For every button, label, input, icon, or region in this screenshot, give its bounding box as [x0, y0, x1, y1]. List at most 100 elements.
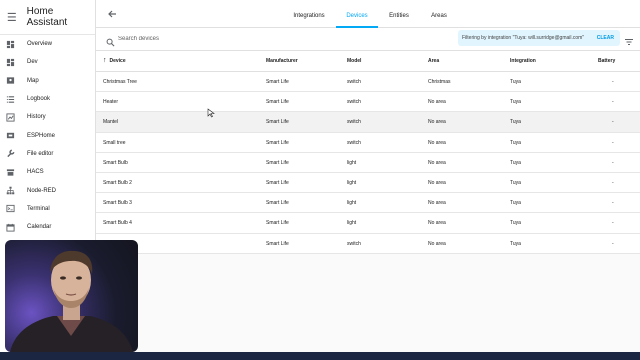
sidebar-item-logbook[interactable]: Logbook	[0, 90, 95, 108]
integration-cell: Tuya	[510, 159, 521, 166]
sitemap-icon	[6, 186, 15, 195]
tab-devices[interactable]: Devices	[336, 0, 378, 28]
table-header: ↑ Device Manufacturer Model Area Integrat…	[96, 51, 640, 72]
sidebar-items: Overview Dev Map Logbook History ESPHome File …	[0, 35, 95, 255]
integration-cell: Tuya	[510, 119, 521, 126]
tab-entities[interactable]: Entities	[378, 0, 420, 28]
area-cell: No area	[428, 220, 446, 227]
main-panel: Integrations Devices Entities Areas Filt…	[96, 0, 640, 352]
area-cell: Christmas	[428, 79, 451, 85]
model-cell: switch	[347, 79, 361, 85]
integration-cell: Tuya	[510, 79, 521, 85]
dashboard-icon	[6, 58, 15, 67]
battery-cell: -	[612, 159, 614, 166]
manufacturer-cell: Smart Life	[266, 79, 289, 85]
sort-up-icon: ↑	[103, 57, 107, 64]
area-cell: No area	[428, 139, 446, 146]
integration-cell: Tuya	[510, 99, 521, 106]
column-header-manufacturer[interactable]: Manufacturer	[266, 51, 298, 71]
presenter-video	[10, 250, 133, 352]
store-icon	[6, 168, 15, 177]
sidebar-item-dev[interactable]: Dev	[0, 53, 95, 71]
column-header-battery[interactable]: Battery	[598, 51, 615, 71]
model-cell: light	[347, 159, 357, 166]
filter-text: Filtering by integration "Tuya: will.sur…	[462, 35, 585, 41]
sidebar-item-label: HACS	[27, 169, 44, 176]
mouse-cursor-icon	[207, 108, 215, 118]
list-icon	[6, 95, 15, 104]
table-row[interactable]: Smart Bulb Smart Life light No area Tuya -	[96, 152, 640, 173]
table-row[interactable]: Small tree Smart Life switch No area Tuya -	[96, 132, 640, 153]
table-row[interactable]: Smart Bulb 4 Smart Life light No area Tuya -	[96, 213, 640, 234]
sidebar-item-node-red[interactable]: Node-RED	[0, 181, 95, 199]
battery-cell: -	[612, 119, 614, 126]
filter-icon[interactable]	[624, 34, 634, 46]
dashboard-icon	[6, 40, 15, 49]
table-row[interactable]: Christmas Tree Smart Life switch Christmas T…	[96, 72, 640, 93]
model-cell: light	[347, 200, 357, 207]
column-header-area[interactable]: Area	[428, 51, 439, 71]
column-header-integration[interactable]: Integration	[510, 51, 536, 71]
sidebar-item-overview[interactable]: Overview	[0, 35, 95, 53]
table-row[interactable]: Smart Bulb 2 Smart Life light No area Tuya -	[96, 172, 640, 194]
tab-areas[interactable]: Areas	[419, 0, 459, 28]
app-title: Home Assistant	[26, 6, 68, 28]
menu-icon[interactable]: ☰	[1, 11, 23, 24]
sidebar-item-calendar[interactable]: Calendar	[0, 218, 95, 236]
battery-cell: -	[612, 240, 614, 247]
integration-cell: Tuya	[510, 200, 521, 207]
sidebar-item-history[interactable]: History	[0, 108, 95, 126]
home-assistant-window: ☰ Home Assistant Overview Dev Map Logbook Hi…	[0, 0, 640, 352]
chip-icon	[6, 131, 15, 140]
device-cell: Smart Bulb	[103, 159, 128, 166]
sidebar-item-label: Logbook	[27, 96, 51, 103]
device-cell: Small tree	[103, 139, 126, 146]
table-row[interactable]: Smart Bulb 3 Smart Life light No area Tuya -	[96, 193, 640, 214]
map-icon	[6, 76, 15, 85]
search-row: Filtering by integration "Tuya: will.sur…	[96, 28, 640, 51]
manufacturer-cell: Smart Life	[266, 240, 289, 247]
area-cell: No area	[428, 200, 446, 207]
model-cell: switch	[347, 139, 361, 146]
device-cell: Smart Bulb 4	[103, 220, 132, 227]
model-cell: light	[347, 220, 357, 227]
sidebar-item-hacs[interactable]: HACS	[0, 163, 95, 181]
area-cell: No area	[428, 99, 446, 106]
manufacturer-cell: Smart Life	[266, 159, 289, 166]
sidebar-item-label: History	[27, 114, 46, 121]
table-row[interactable]: Smart Life switch No area Tuya -	[96, 233, 640, 254]
battery-cell: -	[612, 79, 614, 85]
model-cell: switch	[347, 99, 361, 106]
model-cell: light	[347, 179, 357, 186]
model-cell: switch	[347, 240, 361, 247]
clear-filter-button[interactable]: CLEAR	[597, 35, 614, 41]
manufacturer-cell: Smart Life	[266, 220, 289, 227]
sidebar-item-file-editor[interactable]: File editor	[0, 145, 95, 163]
sidebar-item-label: Dev	[27, 59, 38, 66]
sidebar-item-terminal[interactable]: Terminal	[0, 200, 95, 218]
device-cell: Mantel	[103, 119, 119, 126]
sidebar-item-label: Calendar	[27, 224, 52, 231]
search-input[interactable]	[118, 32, 338, 46]
sidebar-item-esphome[interactable]: ESPHome	[0, 126, 95, 144]
area-cell: No area	[428, 159, 446, 166]
device-cell: Heater	[103, 99, 119, 106]
manufacturer-cell: Smart Life	[266, 119, 289, 126]
sidebar-item-label: Map	[27, 77, 39, 84]
battery-cell: -	[612, 179, 614, 186]
sidebar-item-map[interactable]: Map	[0, 72, 95, 90]
manufacturer-cell: Smart Life	[266, 200, 289, 207]
column-header-model[interactable]: Model	[347, 51, 361, 71]
table-row[interactable]: Mantel Smart Life switch No area Tuya -	[96, 112, 640, 133]
area-cell: No area	[428, 179, 446, 186]
table-row[interactable]: Heater Smart Life switch No area Tuya -	[96, 92, 640, 113]
sidebar-item-label: Terminal	[27, 205, 50, 212]
tab-integrations[interactable]: Integrations	[279, 0, 339, 28]
column-header-device[interactable]: ↑ Device	[103, 51, 126, 71]
device-cell: Smart Bulb 3	[103, 200, 132, 207]
integration-cell: Tuya	[510, 220, 521, 227]
manufacturer-cell: Smart Life	[266, 139, 289, 146]
back-arrow-icon[interactable]	[106, 8, 118, 20]
device-cell: Smart Bulb 2	[103, 179, 132, 186]
calendar-icon	[6, 223, 15, 232]
